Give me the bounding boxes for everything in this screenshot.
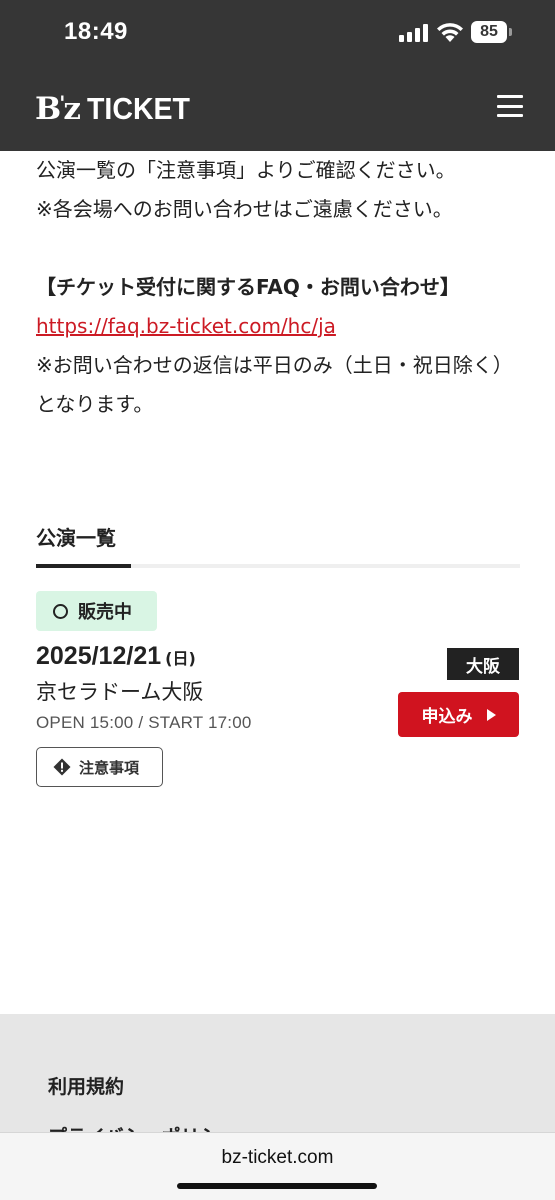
caution-button[interactable]: 注意事項 — [36, 747, 163, 787]
play-arrow-icon — [486, 708, 496, 721]
bz-ticket-logo[interactable]: B'z TICKET — [35, 89, 199, 129]
performance-times: OPEN 15:00 / START 17:00 — [36, 713, 252, 732]
day-of-week: (日) — [165, 649, 196, 668]
notice-line: 公演一覧の「注意事項」よりご確認ください。 — [36, 158, 456, 182]
notice-content: 公演一覧の「注意事項」よりご確認ください。 ※各会場へのお問い合わせはご遠慮くだ… — [36, 151, 520, 424]
privacy-link[interactable]: プライバシーポリシー — [48, 1122, 238, 1132]
site-header: B'z TICKET — [0, 67, 555, 151]
status-bar: 18:49 85 — [0, 0, 555, 67]
warning-diamond-icon — [53, 758, 71, 776]
apply-label: 申込み — [421, 707, 473, 727]
apply-button[interactable]: 申込み — [398, 692, 519, 737]
tab-active-indicator — [36, 564, 131, 568]
site-footer: 利用規約 プライバシーポリシー — [0, 1014, 555, 1132]
venue-name: 京セラドーム大阪 — [36, 680, 204, 704]
status-label: 販売中 — [78, 602, 132, 623]
performance-date: 2025/12/21 (日) — [36, 642, 196, 670]
logo-ticket: TICKET — [86, 91, 190, 126]
home-indicator[interactable] — [177, 1183, 377, 1189]
url-text: bz-ticket.com — [221, 1147, 334, 1168]
tab-performance-list[interactable]: 公演一覧 — [36, 522, 116, 551]
faq-heading: 【チケット受付に関するFAQ・お問い合わせ】 — [36, 275, 460, 299]
battery-level: 85 — [471, 21, 507, 43]
cellular-signal-icon — [399, 24, 429, 42]
logo-bz: B'z — [35, 91, 81, 127]
status-badge: 販売中 — [36, 591, 157, 631]
notice-line: ※各会場へのお問い合わせはご遠慮ください。 — [36, 197, 453, 221]
clock: 18:49 — [64, 18, 128, 45]
terms-link[interactable]: 利用規約 — [48, 1072, 124, 1099]
caution-label: 注意事項 — [79, 758, 140, 777]
region-badge: 大阪 — [447, 648, 519, 680]
faq-note: ※お問い合わせの返信は平日のみ（土日・祝日除く）となります。 — [36, 353, 513, 416]
circle-icon — [53, 603, 68, 619]
battery-icon: 85 — [471, 21, 513, 43]
hamburger-icon[interactable] — [497, 95, 523, 117]
wifi-icon — [437, 23, 463, 42]
faq-link[interactable]: https://faq.bz-ticket.com/hc/ja — [36, 307, 336, 346]
browser-address-bar[interactable]: bz-ticket.com — [0, 1132, 555, 1200]
